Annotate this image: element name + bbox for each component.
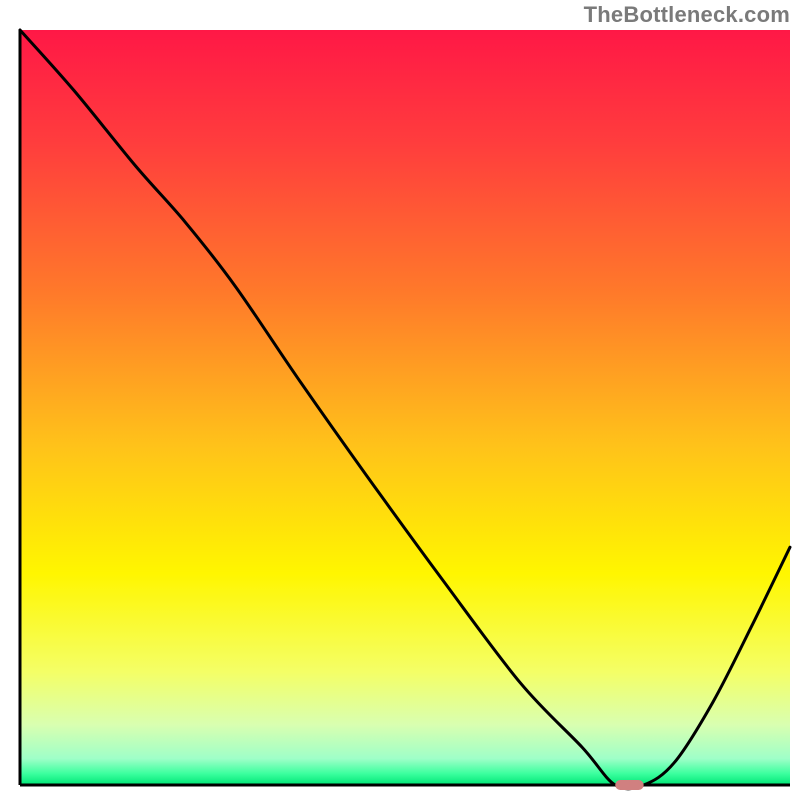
bottleneck-chart: TheBottleneck.com (0, 0, 800, 800)
plot-svg (0, 0, 800, 800)
optimal-marker (615, 780, 643, 790)
gradient-background (20, 30, 790, 785)
